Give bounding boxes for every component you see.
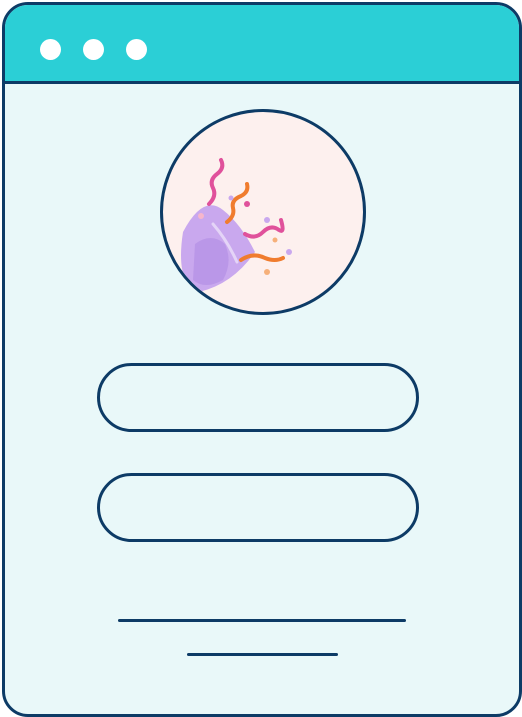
- secondary-text-line: [187, 653, 338, 656]
- browser-window: [2, 2, 522, 717]
- window-close-dot[interactable]: [40, 39, 61, 60]
- window-titlebar: [5, 5, 519, 84]
- avatar[interactable]: [160, 109, 366, 315]
- window-minimize-dot[interactable]: [83, 39, 104, 60]
- window-maximize-dot[interactable]: [126, 39, 147, 60]
- primary-text-line: [118, 619, 406, 622]
- form-field-2[interactable]: [97, 473, 419, 542]
- party-popper-icon: [181, 158, 292, 292]
- form-field-1[interactable]: [97, 363, 419, 432]
